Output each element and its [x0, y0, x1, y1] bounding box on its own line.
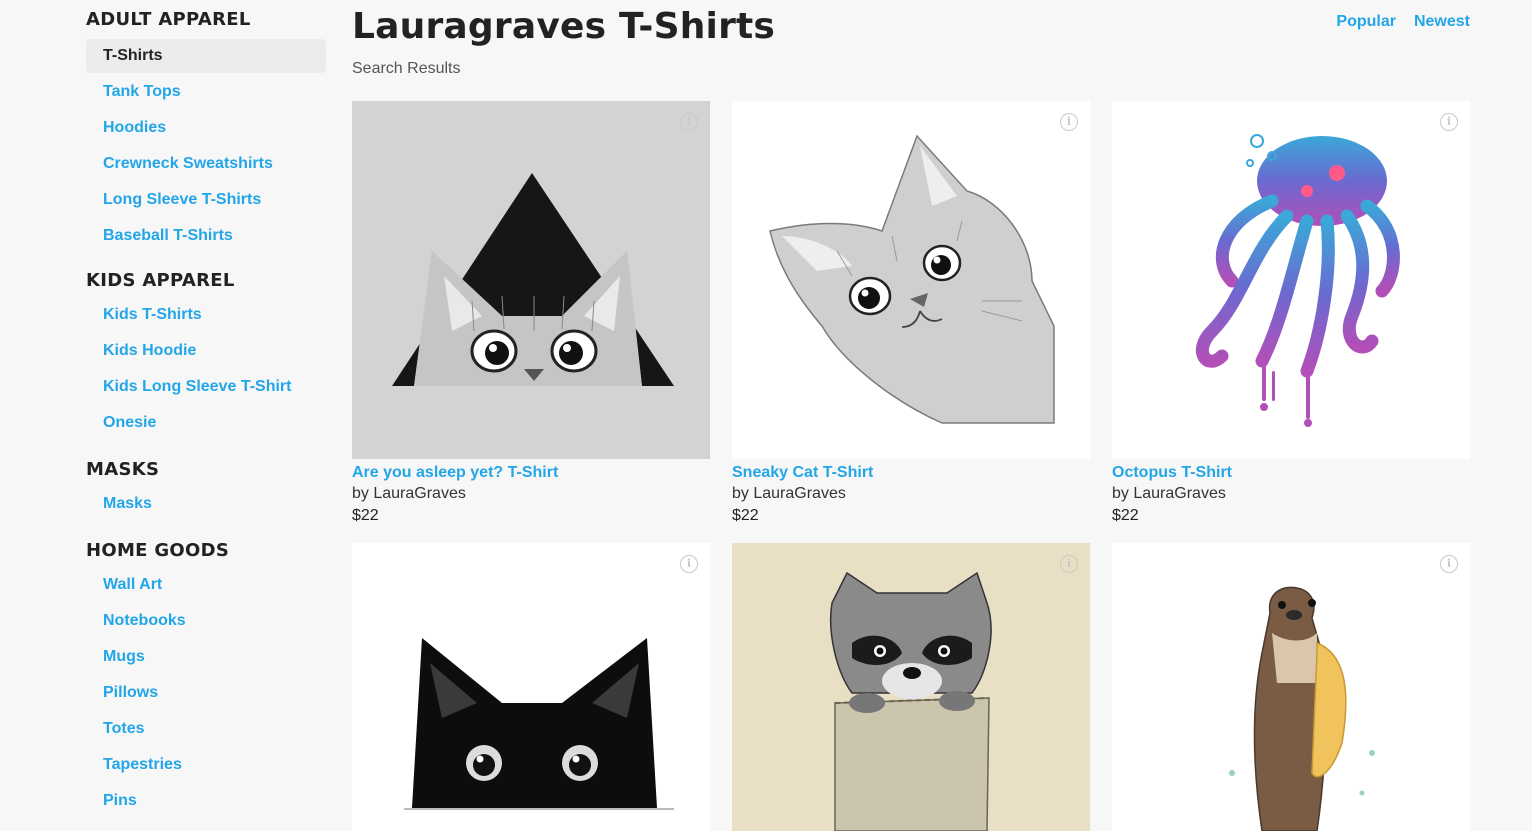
sidebar-item-pillows[interactable]: Pillows	[86, 676, 326, 710]
page-title: Lauragraves T-Shirts	[352, 6, 776, 47]
product-title-link[interactable]: Sneaky Cat T-Shirt	[732, 463, 1090, 483]
sort-popular-link[interactable]: Popular	[1336, 13, 1396, 31]
sidebar-item-pins[interactable]: Pins	[86, 784, 326, 818]
watercolor-octopus-art	[1112, 101, 1470, 459]
product-image-otter[interactable]: i	[1112, 543, 1470, 831]
sort-newest-link[interactable]: Newest	[1414, 13, 1470, 31]
info-icon[interactable]: i	[1440, 555, 1458, 573]
info-icon[interactable]: i	[1060, 555, 1078, 573]
sidebar-heading: HOME GOODS	[86, 540, 230, 561]
product-card[interactable]: i	[732, 543, 1090, 831]
sidebar-item-hoodies[interactable]: Hoodies	[86, 111, 326, 145]
sidebar-item-masks[interactable]: Masks	[86, 487, 326, 521]
sidebar-item-wall-art[interactable]: Wall Art	[86, 568, 326, 602]
product-image-asleep-cat[interactable]: i	[352, 101, 710, 459]
raccoon-in-pocket-art	[732, 543, 1090, 831]
sidebar-section-adult-apparel: ADULT APPAREL T-Shirts Tank Tops Hoodies…	[86, 8, 326, 255]
info-icon[interactable]: i	[680, 113, 698, 131]
product-card[interactable]: i Sneaky Cat T-Shirt by LauraGraves $22	[732, 101, 1090, 527]
sidebar-heading: KIDS APPAREL	[86, 270, 235, 291]
product-artist: by LauraGraves	[1112, 485, 1226, 502]
info-icon[interactable]: i	[1060, 113, 1078, 131]
product-artist: by LauraGraves	[732, 485, 846, 502]
product-price: $22	[352, 507, 379, 524]
sidebar-item-t-shirts[interactable]: T-Shirts	[86, 39, 326, 73]
info-icon[interactable]: i	[680, 555, 698, 573]
sidebar-item-kids-t-shirts[interactable]: Kids T-Shirts	[86, 298, 326, 332]
sidebar-heading: MASKS	[86, 459, 160, 480]
product-image-black-cat[interactable]: i	[352, 543, 710, 831]
product-card[interactable]: i	[352, 543, 710, 831]
sidebar-item-baseball-t-shirts[interactable]: Baseball T-Shirts	[86, 219, 326, 253]
product-image-sneaky-cat[interactable]: i	[732, 101, 1090, 459]
sidebar-item-crewneck-sweatshirts[interactable]: Crewneck Sweatshirts	[86, 147, 326, 181]
results-subtitle: Search Results	[352, 60, 461, 77]
product-title-link[interactable]: Octopus T-Shirt	[1112, 463, 1470, 483]
sidebar-item-tank-tops[interactable]: Tank Tops	[86, 75, 326, 109]
otter-with-towel-art	[1112, 543, 1470, 831]
sidebar-section-kids-apparel: KIDS APPAREL Kids T-Shirts Kids Hoodie K…	[86, 269, 326, 442]
sidebar-section-masks: MASKS Masks	[86, 458, 326, 523]
product-card[interactable]: i	[1112, 543, 1470, 831]
sidebar-item-long-sleeve-t-shirts[interactable]: Long Sleeve T-Shirts	[86, 183, 326, 217]
product-title-link[interactable]: Are you asleep yet? T-Shirt	[352, 463, 710, 483]
sidebar-item-kids-hoodie[interactable]: Kids Hoodie	[86, 334, 326, 368]
product-price: $22	[1112, 507, 1139, 524]
black-cat-peeking-art	[352, 543, 710, 831]
peeking-cat-triangle-art	[352, 101, 710, 459]
product-artist: by LauraGraves	[352, 485, 466, 502]
sidebar-item-onesie[interactable]: Onesie	[86, 406, 326, 440]
sort-options: Popular Newest	[1336, 13, 1470, 31]
sidebar-section-home-goods: HOME GOODS Wall Art Notebooks Mugs Pillo…	[86, 539, 326, 820]
product-price: $22	[732, 507, 759, 524]
product-card[interactable]: i Octopus T-Shirt by LauraGraves $22	[1112, 101, 1470, 527]
sidebar-item-label: T-Shirts	[103, 47, 163, 64]
product-card[interactable]: i Are you asleep yet? T-Shirt by LauraGr…	[352, 101, 710, 527]
sneaky-cat-art	[732, 101, 1090, 459]
sidebar-item-kids-long-sleeve-t-shirt[interactable]: Kids Long Sleeve T-Shirt	[86, 370, 326, 404]
product-image-raccoon[interactable]: i	[732, 543, 1090, 831]
sidebar-item-notebooks[interactable]: Notebooks	[86, 604, 326, 638]
sidebar-item-tapestries[interactable]: Tapestries	[86, 748, 326, 782]
product-image-octopus[interactable]: i	[1112, 101, 1470, 459]
info-icon[interactable]: i	[1440, 113, 1458, 131]
sidebar-item-mugs[interactable]: Mugs	[86, 640, 326, 674]
sidebar-heading: ADULT APPAREL	[86, 9, 251, 30]
page: ADULT APPAREL T-Shirts Tank Tops Hoodies…	[0, 0, 1532, 831]
sidebar-item-totes[interactable]: Totes	[86, 712, 326, 746]
